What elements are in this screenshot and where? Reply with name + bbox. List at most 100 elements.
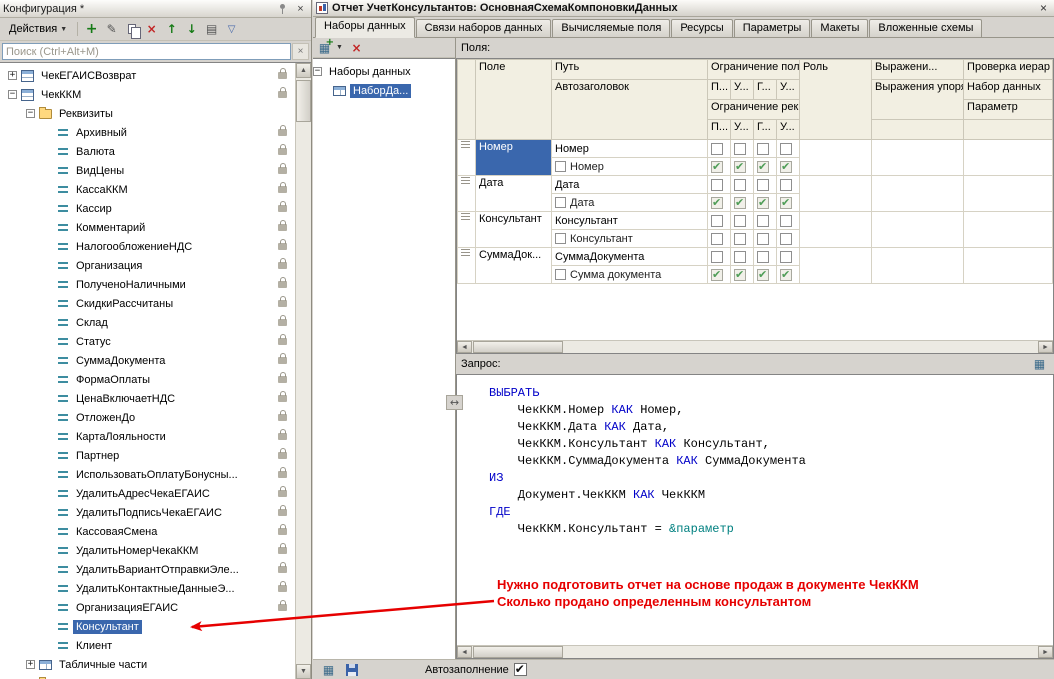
checked-checkbox[interactable] (757, 161, 769, 173)
field-name-cell[interactable]: Дата (476, 176, 552, 212)
restriction-checkbox-cell[interactable] (708, 212, 731, 230)
config-tree-item[interactable]: +Табличные части (0, 655, 295, 674)
unchecked-checkbox[interactable] (757, 251, 769, 263)
unchecked-checkbox[interactable] (711, 215, 723, 227)
col-restriction-g[interactable]: Г... (754, 80, 777, 100)
scrollbar-track[interactable] (296, 122, 311, 664)
expression-cell[interactable] (872, 176, 964, 212)
unchecked-checkbox[interactable] (711, 251, 723, 263)
restriction-checkbox-cell[interactable] (731, 140, 754, 158)
scroll-down-icon[interactable]: ▼ (296, 664, 311, 679)
restriction-checkbox-cell[interactable] (754, 230, 777, 248)
scrollbar-track[interactable] (563, 646, 1038, 658)
col-restriction-p2[interactable]: П... (708, 120, 731, 140)
config-tree-item[interactable]: УдалитьВариантОтправкиЭле... (0, 560, 295, 579)
config-tree-item[interactable]: Комментарий (0, 218, 295, 237)
expand-icon[interactable]: + (26, 660, 35, 669)
config-tree-item[interactable]: ФормаОплаты (0, 370, 295, 389)
config-tree-item[interactable]: +Ф (0, 674, 295, 679)
grid-icon[interactable]: ▦ (319, 660, 338, 679)
col-restriction-p[interactable]: П... (708, 80, 731, 100)
checked-checkbox[interactable] (734, 197, 746, 209)
restriction-checkbox-cell[interactable] (708, 248, 731, 266)
config-tree-item[interactable]: Партнер (0, 446, 295, 465)
unchecked-checkbox[interactable] (780, 179, 792, 191)
tab-nested-schemas[interactable]: Вложенные схемы (869, 19, 982, 37)
expression-cell[interactable] (872, 248, 964, 284)
chevron-down-icon[interactable]: ▼ (336, 44, 345, 51)
restriction-checkbox-cell[interactable] (731, 212, 754, 230)
restriction-checkbox-cell[interactable] (708, 230, 731, 248)
autofill-checkbox[interactable] (514, 663, 527, 676)
add-dataset-icon[interactable]: ▦ + (315, 38, 334, 57)
config-tree-item[interactable]: СуммаДокумента (0, 351, 295, 370)
unchecked-checkbox[interactable] (780, 143, 792, 155)
restriction-checkbox-cell[interactable] (777, 266, 800, 284)
restriction-checkbox-cell[interactable] (777, 158, 800, 176)
config-tree-item[interactable]: Архивный (0, 123, 295, 142)
auto-title-cell[interactable]: Сумма документа (552, 266, 708, 284)
col-field[interactable]: Поле (476, 60, 552, 140)
restriction-checkbox-cell[interactable] (777, 194, 800, 212)
auto-title-checkbox[interactable] (555, 161, 566, 172)
scroll-up-icon[interactable]: ▲ (296, 63, 311, 78)
row-handle[interactable] (458, 212, 476, 248)
col-role[interactable]: Роль (800, 60, 872, 140)
config-tree-item[interactable]: КассоваяСмена (0, 522, 295, 541)
field-path-cell[interactable]: Консультант (552, 212, 708, 230)
restriction-checkbox-cell[interactable] (708, 176, 731, 194)
restriction-checkbox-cell[interactable] (731, 230, 754, 248)
collapse-icon[interactable]: − (313, 67, 322, 76)
close-icon[interactable]: × (293, 2, 308, 16)
move-down-icon[interactable]: ↓ (182, 20, 201, 39)
field-path-cell[interactable]: Номер (552, 140, 708, 158)
row-handle[interactable] (458, 248, 476, 284)
col-auto-header[interactable]: Автозаголовок (552, 80, 708, 140)
config-tree-item[interactable]: ОрганизацияЕГАИС (0, 598, 295, 617)
query-hscrollbar[interactable]: ◄ ► (457, 645, 1053, 658)
hierarchy-check-cell[interactable] (964, 176, 1053, 212)
col-parameter[interactable]: Параметр (964, 100, 1053, 120)
dataset-item[interactable]: НаборДа... (313, 81, 455, 100)
scrollbar-track[interactable] (563, 341, 1038, 353)
config-tree-item[interactable]: СкидкиРассчитаны (0, 294, 295, 313)
unchecked-checkbox[interactable] (711, 233, 723, 245)
checked-checkbox[interactable] (711, 197, 723, 209)
scroll-left-icon[interactable]: ◄ (457, 341, 472, 353)
expand-icon[interactable]: + (8, 71, 17, 80)
hierarchy-check-cell[interactable] (964, 212, 1053, 248)
config-tree-scrollbar[interactable]: ▲ ▼ (295, 63, 311, 679)
restriction-checkbox-cell[interactable] (731, 176, 754, 194)
col-restriction-u4[interactable]: У... (777, 120, 800, 140)
scroll-right-icon[interactable]: ► (1038, 341, 1053, 353)
restriction-checkbox-cell[interactable] (777, 230, 800, 248)
restriction-checkbox-cell[interactable] (754, 140, 777, 158)
role-cell[interactable] (800, 212, 872, 248)
config-tree-item[interactable]: Кассир (0, 199, 295, 218)
datasets-root-item[interactable]: − Наборы данных (313, 62, 455, 81)
checked-checkbox[interactable] (734, 269, 746, 281)
document-list-icon[interactable]: ▤ (202, 20, 221, 39)
unchecked-checkbox[interactable] (734, 233, 746, 245)
unchecked-checkbox[interactable] (757, 143, 769, 155)
restriction-checkbox-cell[interactable] (708, 158, 731, 176)
restriction-checkbox-cell[interactable] (754, 176, 777, 194)
restriction-checkbox-cell[interactable] (777, 212, 800, 230)
field-path-cell[interactable]: Дата (552, 176, 708, 194)
auto-title-checkbox[interactable] (555, 233, 566, 244)
config-tree-item[interactable]: Организация (0, 256, 295, 275)
checked-checkbox[interactable] (780, 161, 792, 173)
tab-layouts[interactable]: Макеты (811, 19, 868, 37)
restriction-checkbox-cell[interactable] (754, 194, 777, 212)
field-name-cell[interactable]: СуммаДок... (476, 248, 552, 284)
scroll-right-icon[interactable]: ► (1038, 646, 1053, 658)
field-name-cell[interactable]: Консультант (476, 212, 552, 248)
config-tree-item[interactable]: КассаККМ (0, 180, 295, 199)
field-name-cell[interactable]: Номер (476, 140, 552, 176)
hierarchy-check-cell[interactable] (964, 140, 1053, 176)
tab-dataset-links[interactable]: Связи наборов данных (416, 19, 552, 37)
restriction-checkbox-cell[interactable] (708, 140, 731, 158)
restriction-checkbox-cell[interactable] (754, 248, 777, 266)
tab-datasets[interactable]: Наборы данных (315, 17, 415, 38)
filter-icon[interactable]: ▽ (222, 20, 241, 39)
